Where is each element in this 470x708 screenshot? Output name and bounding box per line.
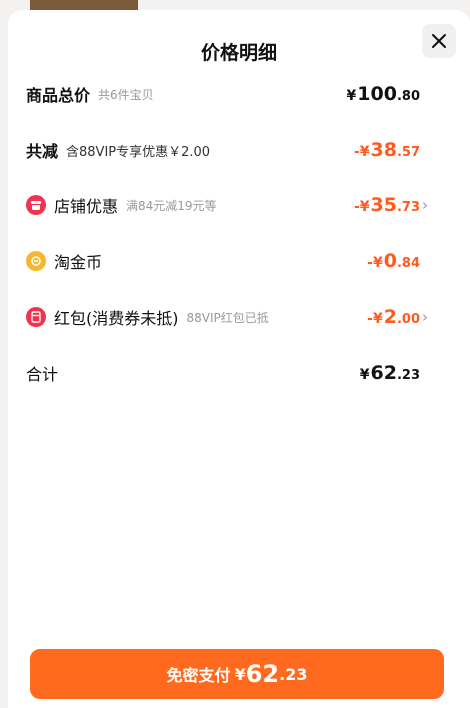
row-total-goods: 商品总价 共6件宝贝 ¥ 100 .80 (26, 76, 434, 112)
pay-amount-decimal: .23 (279, 664, 308, 684)
currency-symbol: ¥ (359, 367, 370, 383)
currency-symbol: ¥ (346, 88, 357, 104)
amount-decimal: .80 (396, 89, 420, 104)
amount-decimal: .73 (396, 200, 420, 215)
amount-integer: 0 (383, 250, 397, 272)
shop-discount-label: 店铺优惠 (54, 197, 119, 216)
shop-discount-amount: -¥ 35 .73 (354, 194, 420, 216)
taojinbi-amount: -¥ 0 .84 (367, 250, 420, 272)
row-red-packet[interactable]: 红包(消费券未抵) 88VIP红包已抵 -¥ 2 .00 › (26, 299, 434, 335)
amount-integer: 35 (370, 194, 397, 216)
taojinbi-label: 淘金币 (54, 253, 103, 272)
row-total-discount: 共减 含88VIP专享优惠￥2.00 -¥ 38 .57 (26, 132, 434, 168)
chevron-right-icon[interactable]: › (422, 196, 434, 214)
total-goods-amount: ¥ 100 .80 (347, 83, 420, 105)
amount-integer: 2 (383, 306, 397, 328)
pay-button-label: 免密支付 (166, 666, 231, 685)
amount-integer: 62 (370, 362, 397, 384)
amount-decimal: .57 (396, 145, 420, 160)
row-shop-discount[interactable]: 店铺优惠 满84元减19元等 -¥ 35 .73 › (26, 187, 434, 223)
pay-currency: ¥ (234, 664, 246, 684)
currency-symbol: -¥ (367, 255, 383, 271)
amount-integer: 100 (357, 83, 397, 105)
row-subtotal: 合计 ¥ 62 .23 (26, 355, 434, 391)
row-taojinbi: 淘金币 -¥ 0 .84 (26, 243, 434, 279)
total-discount-label: 共减 (26, 142, 59, 161)
currency-symbol: -¥ (353, 199, 370, 215)
password-free-pay-button[interactable]: 免密支付 ¥ 62 .23 (30, 649, 444, 699)
amount-integer: 38 (370, 139, 397, 161)
amount-decimal: .00 (396, 312, 420, 327)
coin-icon (26, 251, 46, 271)
subtotal-label: 合计 (26, 365, 59, 384)
pay-amount-integer: 62 (245, 660, 280, 688)
amount-decimal: .84 (396, 256, 420, 271)
subtotal-amount: ¥ 62 .23 (360, 362, 420, 384)
close-button[interactable] (422, 24, 456, 58)
red-packet-note: 88VIP红包已抵 (186, 310, 269, 325)
red-packet-amount: -¥ 2 .00 (367, 306, 420, 328)
currency-symbol: -¥ (353, 144, 370, 160)
chevron-right-icon[interactable]: › (422, 308, 434, 326)
total-goods-count: 共6件宝贝 (98, 87, 154, 102)
close-icon (432, 34, 446, 48)
amount-decimal: .23 (396, 368, 420, 383)
shop-icon (26, 195, 46, 215)
total-discount-note: 含88VIP专享优惠￥2.00 (66, 144, 211, 160)
total-goods-label: 商品总价 (26, 86, 91, 105)
red-packet-label: 红包(消费券未抵) (54, 309, 179, 328)
total-discount-amount: -¥ 38 .57 (354, 139, 420, 161)
sheet-title: 价格明细 (200, 42, 277, 64)
red-packet-icon (26, 307, 46, 327)
currency-symbol: -¥ (367, 311, 383, 327)
shop-discount-rule: 满84元减19元等 (126, 198, 217, 213)
